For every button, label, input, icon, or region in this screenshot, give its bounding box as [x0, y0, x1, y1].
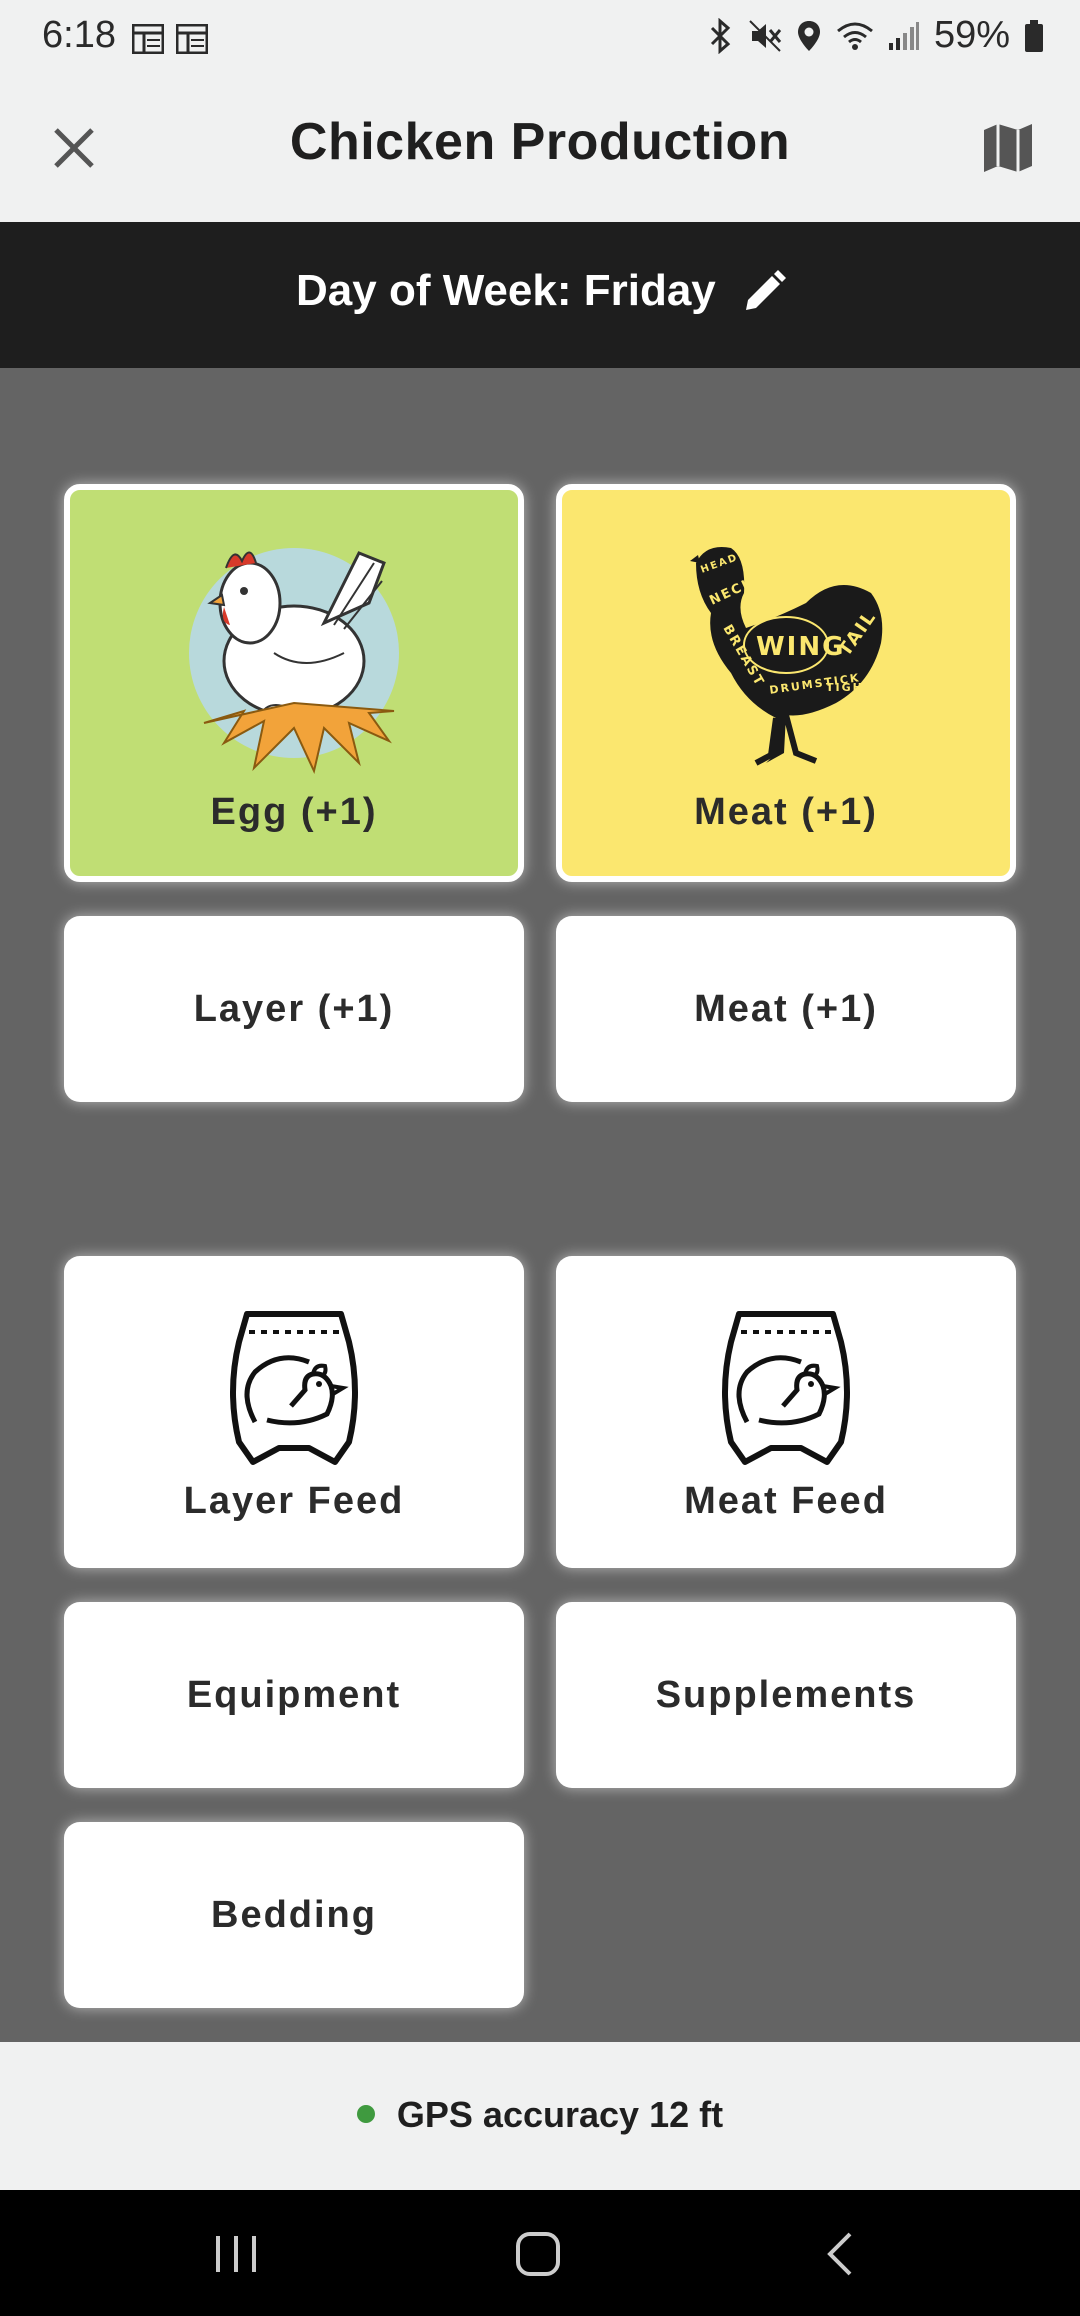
bedding-label: Bedding — [211, 1893, 377, 1936]
page-title: Chicken Production — [289, 113, 791, 171]
egg-tile[interactable]: Egg (+1) — [64, 484, 524, 882]
chicken-cuts-illustration: HEAD NECK WING TAIL BREAST DRUMSTICK TIG… — [676, 533, 896, 783]
meat-feed-label: Meat Feed — [684, 1479, 888, 1522]
bluetooth-icon — [710, 17, 731, 54]
battery-percent: 59% — [933, 14, 1010, 56]
status-bar: 6:18 59% — [0, 0, 1080, 74]
egg-tile-label: Egg (+1) — [210, 790, 378, 833]
gps-status-bar: GPS accuracy 12 ft — [0, 2042, 1080, 2190]
meat-tile-bottom-label: Meat (+1) — [694, 987, 878, 1030]
meat-tile-top-label: Meat (+1) — [694, 790, 878, 833]
layer-feed-label: Layer Feed — [183, 1479, 405, 1522]
day-of-week-label: Day of Week: Friday — [296, 266, 716, 315]
meat-tile-bottom[interactable]: Meat (+1) — [556, 916, 1016, 1102]
recent-apps-icon[interactable] — [206, 2226, 266, 2282]
notes-icon — [176, 24, 208, 54]
app-bar: Chicken Production — [0, 74, 1080, 222]
feed-bag-icon — [701, 1302, 871, 1472]
supplements-tile[interactable]: Supplements — [556, 1602, 1016, 1788]
day-of-week-bar[interactable]: Day of Week: Friday — [0, 222, 1080, 368]
map-icon[interactable] — [976, 116, 1040, 180]
notes-icon — [132, 24, 164, 54]
status-time: 6:18 — [42, 14, 116, 56]
equipment-tile[interactable]: Equipment — [64, 1602, 524, 1788]
meat-feed-tile[interactable]: Meat Feed — [556, 1256, 1016, 1568]
battery-icon — [1025, 19, 1043, 52]
gps-accuracy-text: GPS accuracy 12 ft — [396, 2094, 724, 2135]
bedding-tile[interactable]: Bedding — [64, 1822, 524, 2008]
meat-tile-top[interactable]: HEAD NECK WING TAIL BREAST DRUMSTICK TIG… — [556, 484, 1016, 882]
layer-tile-label: Layer (+1) — [193, 987, 395, 1030]
diagram-label-thigh: TIGH — [826, 681, 864, 694]
wifi-icon — [836, 22, 873, 50]
layer-feed-tile[interactable]: Layer Feed — [64, 1256, 524, 1568]
supplements-label: Supplements — [655, 1673, 917, 1716]
equipment-label: Equipment — [186, 1673, 402, 1716]
feed-bag-icon — [209, 1302, 379, 1472]
location-icon — [797, 20, 820, 51]
layer-tile[interactable]: Layer (+1) — [64, 916, 524, 1102]
home-icon[interactable] — [508, 2226, 568, 2282]
back-icon[interactable] — [812, 2226, 872, 2282]
hen-on-nest-illustration — [184, 533, 404, 783]
gps-status-dot — [356, 2105, 375, 2124]
signal-icon — [888, 21, 919, 50]
system-nav-bar — [0, 2190, 1080, 2316]
pencil-icon[interactable] — [738, 268, 788, 318]
mute-icon — [749, 19, 782, 52]
diagram-label-wing: WING — [756, 632, 845, 662]
